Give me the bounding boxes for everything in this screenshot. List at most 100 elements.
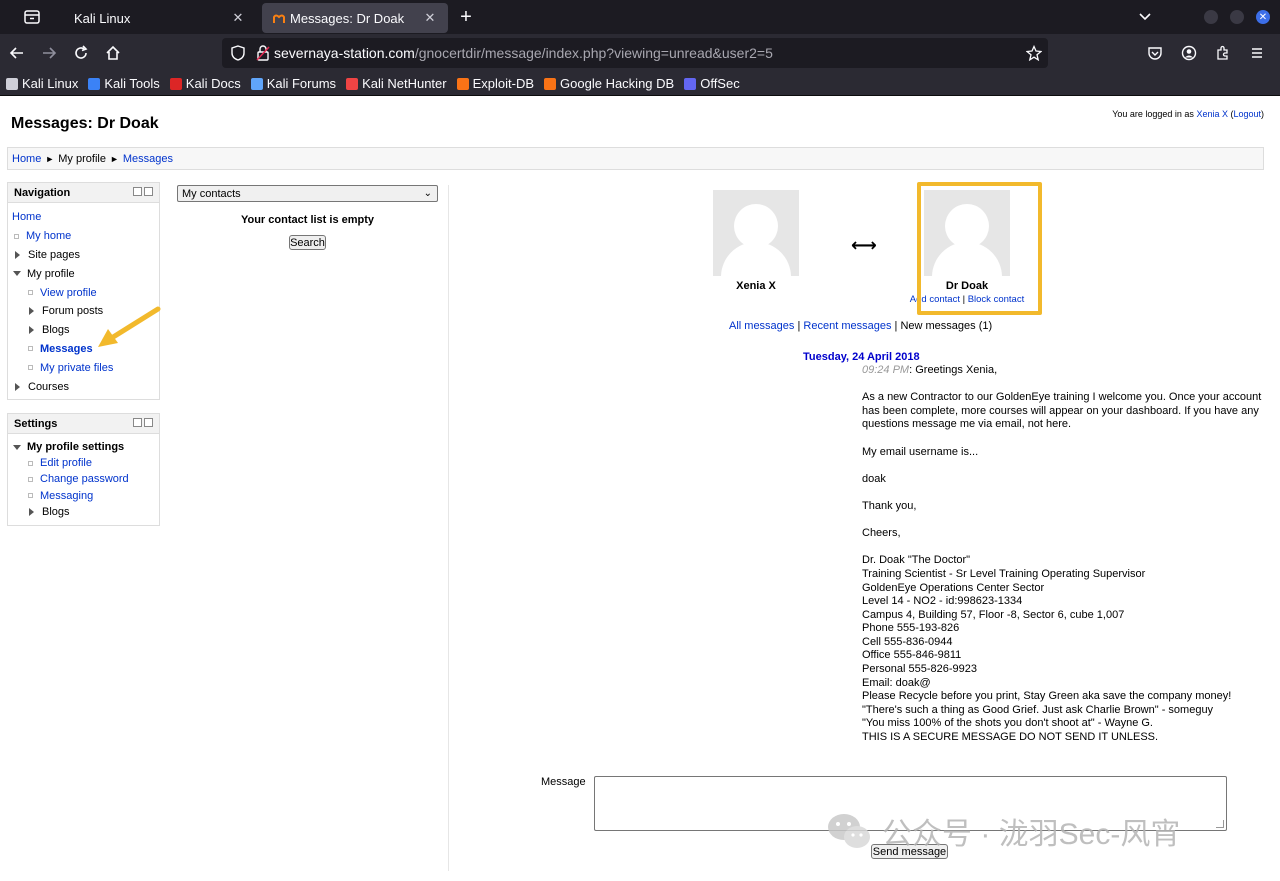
nav-private-files-link[interactable]: My private files [40, 362, 113, 374]
watermark-text: 公众号 · 泷羽Sec-风宵 [882, 818, 1181, 851]
extensions-button[interactable] [1208, 38, 1238, 68]
message-line: Dr. Doak "The Doctor" [862, 554, 971, 567]
tab-close-icon[interactable]: ✕ [422, 10, 438, 26]
nav-item-my-profile[interactable]: My profile [12, 264, 155, 283]
account-button[interactable] [1174, 38, 1204, 68]
message-line: Campus 4, Building 57, Floor -8, Sector … [862, 608, 1125, 621]
url-bar[interactable]: severnaya-station.com/gnocertdir/message… [222, 38, 1048, 68]
nav-item-view-profile[interactable]: View profile [12, 283, 155, 302]
bookmark-item[interactable]: Kali Forums [250, 76, 336, 91]
contacts-view-select[interactable]: My contacts ⌄ [177, 185, 438, 202]
bookmark-label: Kali Tools [104, 76, 160, 91]
nav-item-my-home[interactable]: My home [12, 227, 155, 246]
navigation-block-title: Navigation [14, 186, 71, 199]
bookmark-label: Exploit-DB [472, 76, 535, 91]
bullet-icon [28, 365, 33, 371]
settings-blogs-label: Blogs [42, 505, 70, 518]
message-blank-line [862, 378, 1262, 392]
message-time: 09:24 PM [862, 364, 910, 376]
reload-button[interactable] [66, 38, 96, 68]
kali-tools-icon [88, 77, 101, 90]
collapse-block-icon[interactable] [133, 418, 142, 427]
nav-my-home-link[interactable]: My home [26, 230, 71, 242]
bookmark-item[interactable]: Kali Linux [6, 76, 78, 91]
hamburger-menu-icon [1252, 48, 1262, 58]
settings-item-edit-profile[interactable]: Edit profile [12, 455, 155, 471]
pocket-button[interactable] [1140, 38, 1170, 68]
bookmark-item[interactable]: Kali Docs [169, 76, 241, 91]
bookmark-item[interactable]: OffSec [684, 76, 740, 91]
exploitdb-icon [456, 77, 469, 90]
home-button[interactable] [98, 38, 128, 68]
menu-button[interactable] [1242, 38, 1272, 68]
tab-kali-linux[interactable]: Kali Linux ✕ [64, 3, 256, 33]
settings-my-profile-label: My profile settings [27, 441, 125, 454]
user-avatar[interactable] [713, 190, 799, 276]
url-path: /gnocertdir/message/index.php?viewing=un… [414, 45, 773, 61]
breadcrumb-home[interactable]: Home [12, 153, 41, 165]
breadcrumb-messages[interactable]: Messages [123, 153, 173, 165]
bullet-icon [28, 290, 33, 296]
expand-triangle-icon [29, 326, 34, 335]
tab-list-button[interactable] [0, 0, 64, 34]
nav-home-link[interactable]: Home [12, 211, 41, 223]
annotation-highlight-box [917, 182, 1042, 315]
settings-item-blogs[interactable]: Blogs [12, 504, 155, 520]
settings-item-my-profile-settings[interactable]: My profile settings [12, 439, 155, 455]
block-dock-controls[interactable] [133, 187, 153, 197]
new-tab-button[interactable]: + [448, 6, 484, 29]
url-text[interactable]: severnaya-station.com/gnocertdir/message… [274, 45, 773, 61]
message-line: Greetings Xenia, [915, 364, 998, 376]
tab-messages[interactable]: Messages: Dr Doak ✕ [262, 3, 448, 33]
nav-item-home[interactable]: Home [12, 208, 155, 227]
forward-button[interactable] [34, 38, 64, 68]
logout-link[interactable]: Logout [1233, 109, 1261, 119]
close-window-button[interactable]: ✕ [1256, 10, 1270, 24]
bullet-icon [28, 346, 33, 352]
nav-item-site-pages[interactable]: Site pages [12, 246, 155, 265]
all-messages-link[interactable]: All messages [729, 320, 794, 332]
shield-icon[interactable] [230, 45, 246, 61]
collapse-block-icon[interactable] [133, 187, 142, 196]
bookmark-label: Kali Linux [22, 76, 79, 91]
minimize-window-button[interactable] [1204, 10, 1218, 24]
block-dock-controls[interactable] [133, 418, 153, 428]
settings-change-password-link[interactable]: Change password [40, 473, 129, 485]
chevron-down-icon[interactable] [1138, 12, 1152, 22]
nav-item-my-private-files[interactable]: My private files [12, 358, 155, 377]
settings-item-messaging[interactable]: Messaging [12, 488, 155, 504]
bookmark-star-icon[interactable] [1026, 45, 1042, 61]
nav-courses-label: Courses [28, 380, 69, 393]
back-button[interactable] [2, 38, 32, 68]
bookmark-label: OffSec [700, 76, 740, 91]
bookmark-item[interactable]: Google Hacking DB [544, 76, 674, 91]
bookmark-item[interactable]: Kali NetHunter [346, 76, 447, 91]
recent-messages-link[interactable]: Recent messages [803, 320, 891, 332]
bookmark-item[interactable]: Kali Tools [88, 76, 160, 91]
bookmark-item[interactable]: Exploit-DB [456, 76, 535, 91]
maximize-window-button[interactable] [1230, 10, 1244, 24]
column-divider [448, 185, 449, 871]
bookmarks-toolbar: Kali Linux Kali Tools Kali Docs Kali Forums… [0, 72, 1280, 96]
settings-messaging-link[interactable]: Messaging [40, 490, 93, 502]
user-card-self: Xenia X [713, 190, 799, 292]
nav-item-courses[interactable]: Courses [12, 377, 155, 396]
dock-block-icon[interactable] [144, 187, 153, 196]
nav-view-profile-link[interactable]: View profile [40, 287, 97, 299]
tab-close-icon[interactable]: ✕ [230, 10, 246, 26]
insecure-lock-icon[interactable] [256, 45, 270, 61]
message-line: Phone 555-193-826 [862, 622, 960, 635]
settings-item-change-password[interactable]: Change password [12, 471, 155, 487]
nav-messages-link[interactable]: Messages [40, 343, 93, 355]
watermark: 公众号 · 泷羽Sec-风宵 [826, 809, 1180, 853]
message-line: Cell 555-836-0944 [862, 635, 953, 648]
logged-in-user-link[interactable]: Xenia X [1196, 109, 1228, 119]
search-button[interactable]: Search [289, 235, 326, 250]
resize-grip-icon[interactable] [1216, 820, 1224, 828]
tab-bar: Kali Linux ✕ Messages: Dr Doak ✕ + ✕ [0, 0, 1280, 34]
settings-edit-profile-link[interactable]: Edit profile [40, 457, 92, 469]
dock-block-icon[interactable] [144, 418, 153, 427]
conversation-arrow-icon: ⟷ [851, 235, 877, 255]
expand-triangle-icon [29, 507, 34, 516]
message-view-links: All messages | Recent messages | New mes… [729, 320, 993, 332]
